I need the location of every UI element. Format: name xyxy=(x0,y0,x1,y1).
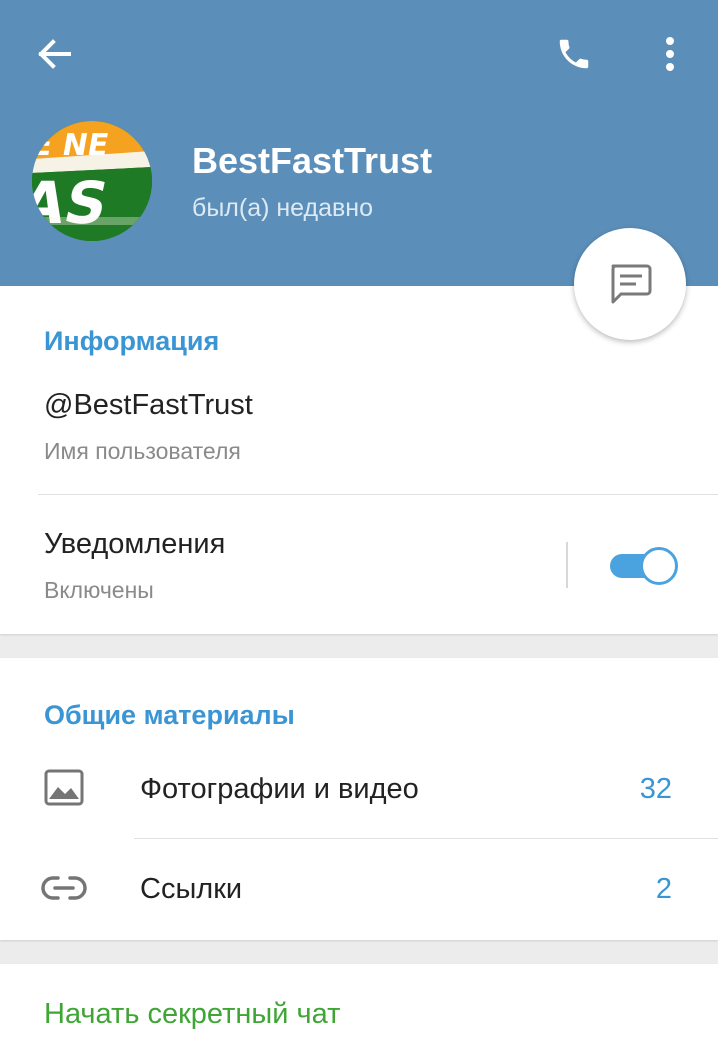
svg-text:AS: AS xyxy=(32,170,114,237)
username-caption: Имя пользователя xyxy=(44,438,241,464)
shared-media-title: Общие материалы xyxy=(44,700,295,730)
shared-item-links[interactable] xyxy=(0,840,718,940)
toggle-knob xyxy=(640,547,678,585)
info-section-title: Информация xyxy=(44,326,220,356)
shared-item-count: 32 xyxy=(639,773,672,805)
avatar-logo-image: E NE AS xyxy=(32,121,152,241)
send-message-button[interactable] xyxy=(574,228,686,340)
shared-item-label: Фотографии и видео xyxy=(140,773,419,805)
arrow-back-icon xyxy=(38,39,71,69)
notifications-toggle[interactable] xyxy=(608,546,678,586)
divider xyxy=(134,838,718,839)
link-icon xyxy=(41,876,87,900)
call-button[interactable] xyxy=(546,26,602,82)
svg-text:E NE: E NE xyxy=(32,128,111,163)
message-icon xyxy=(611,264,652,304)
start-secret-chat-button[interactable]: Начать секретный чат xyxy=(44,998,340,1031)
notifications-label: Уведомления xyxy=(44,528,226,560)
contact-name: BestFastTrust xyxy=(192,140,433,181)
image-icon xyxy=(44,769,84,806)
divider xyxy=(38,494,718,495)
username-value: @BestFastTrust xyxy=(44,389,253,421)
back-button[interactable] xyxy=(24,26,84,82)
shared-item-label: Ссылки xyxy=(140,873,243,905)
vertical-divider xyxy=(566,542,568,588)
more-options-button[interactable] xyxy=(644,26,696,82)
shared-item-count: 2 xyxy=(655,873,672,905)
phone-icon xyxy=(559,39,589,69)
notifications-state: Включены xyxy=(44,577,154,603)
last-seen-status: был(а) недавно xyxy=(192,194,374,222)
more-vertical-icon xyxy=(666,37,674,71)
avatar[interactable]: E NE AS xyxy=(32,121,152,241)
